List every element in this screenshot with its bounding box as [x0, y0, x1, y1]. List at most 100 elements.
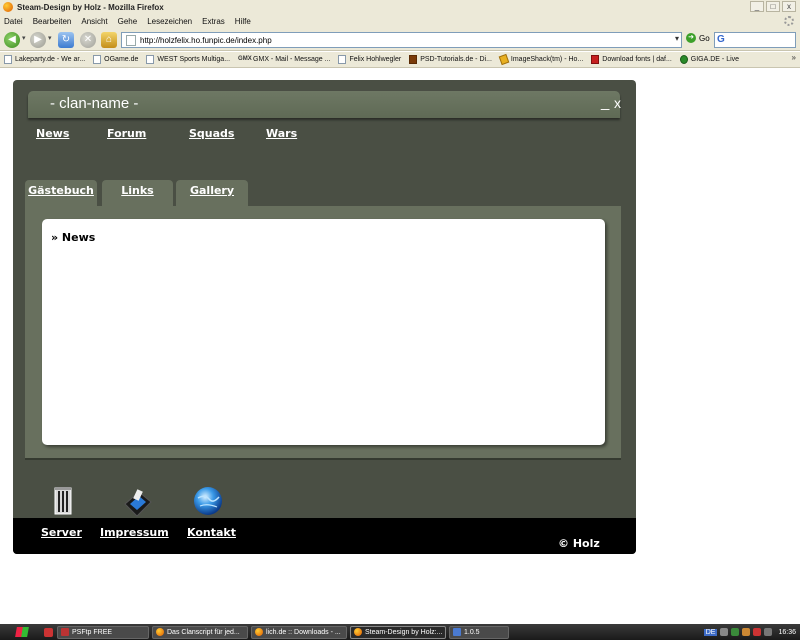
- system-tray: DE 16:36: [703, 624, 800, 640]
- tab-label: Links: [121, 184, 154, 197]
- download-icon: [591, 55, 600, 64]
- arrow-left-icon: ◀: [8, 34, 16, 45]
- task-clanscript[interactable]: Das Clanscript für jed...: [152, 625, 248, 639]
- bookmarks-more-icon[interactable]: »: [792, 53, 796, 62]
- psd-icon: [409, 55, 418, 64]
- page-icon: [93, 55, 102, 64]
- firefox-icon: [354, 628, 362, 636]
- tab-label: Gallery: [189, 184, 235, 197]
- bookmarks-toolbar: Lakeparty.de - We ar... OGame.de WEST Sp…: [0, 52, 800, 68]
- tab-links[interactable]: Links: [102, 180, 173, 206]
- site-footer: Server Impressum Kontakt © Holz: [13, 518, 636, 554]
- news-box: » News: [42, 219, 605, 445]
- home-icon: ⌂: [105, 34, 113, 45]
- forward-button[interactable]: ▶: [30, 32, 46, 48]
- bookmark-felix[interactable]: Felix Hohlwegler: [338, 55, 401, 64]
- firefox-icon: [156, 628, 164, 636]
- task-version[interactable]: 1.0.5: [449, 625, 509, 639]
- menu-hilfe[interactable]: Hilfe: [235, 17, 251, 26]
- footer-kontakt-link[interactable]: Kontakt: [187, 526, 236, 539]
- tray-app-icon[interactable]: [753, 628, 762, 636]
- firefox-icon: [255, 628, 263, 636]
- quick-launch: [44, 627, 53, 637]
- menu-extras[interactable]: Extras: [202, 17, 225, 26]
- globe-icon[interactable]: [191, 484, 225, 518]
- start-button[interactable]: [0, 624, 44, 640]
- site-titlebar: - clan-name - _ x: [28, 91, 621, 118]
- bookmark-giga[interactable]: GIGA.DE - Live: [679, 55, 739, 64]
- server-icon[interactable]: [46, 484, 80, 518]
- bookmark-ogame[interactable]: OGame.de: [93, 55, 138, 64]
- imageshack-icon: [498, 53, 510, 66]
- tray-app-icon[interactable]: [742, 628, 751, 636]
- url-dropdown-icon[interactable]: ▾: [675, 34, 679, 43]
- task-psftp[interactable]: PSFtp FREE: [57, 625, 149, 639]
- bookmark-gmx[interactable]: GMX GMX - Mail - Message ...: [238, 55, 330, 64]
- nav-news[interactable]: News: [36, 127, 69, 140]
- tab-label: Gästebuch: [28, 184, 94, 197]
- bookmark-label: OGame.de: [104, 56, 139, 63]
- page-icon: [338, 55, 347, 64]
- stop-icon: ✕: [83, 34, 93, 45]
- giga-icon: [679, 55, 688, 64]
- language-indicator[interactable]: DE: [703, 628, 718, 636]
- bookmark-download-fonts[interactable]: Download fonts | daf...: [591, 55, 672, 64]
- site-minimize-button[interactable]: _: [601, 94, 609, 111]
- url-bar[interactable]: http://holzfelix.ho.funpic.de/index.php …: [121, 32, 682, 48]
- bookmark-label: PSD-Tutorials.de - Di...: [420, 56, 492, 63]
- task-label: 1.0.5: [464, 628, 480, 636]
- site-close-button[interactable]: x: [614, 95, 621, 111]
- arrow-right-icon: ▶: [34, 34, 42, 45]
- quicklaunch-app-icon[interactable]: [44, 627, 53, 637]
- site-window: - clan-name - _ x News Forum Squads Wars…: [13, 80, 636, 554]
- reload-button[interactable]: ↻: [58, 32, 74, 48]
- menu-lesezeichen[interactable]: Lesezeichen: [147, 17, 192, 26]
- menu-ansicht[interactable]: Ansicht: [81, 17, 107, 26]
- window-maximize-button[interactable]: □: [766, 1, 780, 12]
- footer-impressum-link[interactable]: Impressum: [100, 526, 169, 539]
- bookmark-west-sports[interactable]: WEST Sports Multiga...: [146, 55, 230, 64]
- task-label: Das Clanscript für jed...: [167, 628, 240, 636]
- go-label: Go: [699, 33, 710, 43]
- impressum-icon[interactable]: [121, 486, 155, 520]
- volume-icon[interactable]: [764, 628, 773, 636]
- copyright-text: © Holz: [558, 537, 600, 550]
- nav-forum[interactable]: Forum: [107, 127, 146, 140]
- firefox-logo-icon: [3, 2, 13, 12]
- task-label: lich.de :: Downloads - ...: [266, 628, 341, 636]
- psftp-icon: [61, 628, 69, 636]
- bookmark-label: ImageShack(tm) - Ho...: [510, 56, 584, 63]
- menu-datei[interactable]: Datei: [4, 17, 23, 26]
- tray-app-icon[interactable]: [720, 628, 729, 636]
- taskbar: PSFtp FREE Das Clanscript für jed... lic…: [0, 624, 800, 640]
- stop-button[interactable]: ✕: [80, 32, 96, 48]
- page-icon: [126, 34, 136, 46]
- bookmark-imageshack[interactable]: ImageShack(tm) - Ho...: [498, 53, 584, 66]
- menu-bearbeiten[interactable]: Bearbeiten: [33, 17, 72, 26]
- forward-dropdown-icon[interactable]: ▾: [48, 34, 52, 42]
- throbber-icon: [784, 16, 794, 26]
- go-button[interactable]: ➜ Go: [686, 33, 710, 43]
- tab-gallery[interactable]: Gallery: [176, 180, 248, 206]
- page-icon: [4, 55, 12, 64]
- content-panel: » News: [25, 206, 621, 460]
- bookmark-psd-tutorials[interactable]: PSD-Tutorials.de - Di...: [409, 55, 492, 64]
- task-steam-design[interactable]: Steam-Design by Holz:...: [350, 625, 446, 639]
- bookmark-lakeparty[interactable]: Lakeparty.de - We ar...: [4, 55, 85, 64]
- url-text[interactable]: http://holzfelix.ho.funpic.de/index.php: [140, 36, 272, 45]
- back-dropdown-icon[interactable]: ▾: [22, 34, 26, 42]
- nav-squads[interactable]: Squads: [189, 127, 234, 140]
- home-button[interactable]: ⌂: [101, 32, 117, 48]
- window-minimize-button[interactable]: _: [750, 1, 764, 12]
- nav-wars[interactable]: Wars: [266, 127, 297, 140]
- tab-gaestebuch[interactable]: Gästebuch: [25, 180, 97, 206]
- back-button[interactable]: ◀: [4, 32, 20, 48]
- footer-server-link[interactable]: Server: [41, 526, 82, 539]
- tray-app-icon[interactable]: [731, 628, 740, 636]
- search-input[interactable]: G: [714, 32, 796, 48]
- bookmark-label: Felix Hohlwegler: [349, 56, 402, 63]
- window-close-button[interactable]: x: [782, 1, 796, 12]
- task-downloads[interactable]: lich.de :: Downloads - ...: [251, 625, 347, 639]
- menu-gehe[interactable]: Gehe: [118, 17, 138, 26]
- browser-titlebar: Steam-Design by Holz - Mozilla Firefox _…: [0, 0, 800, 14]
